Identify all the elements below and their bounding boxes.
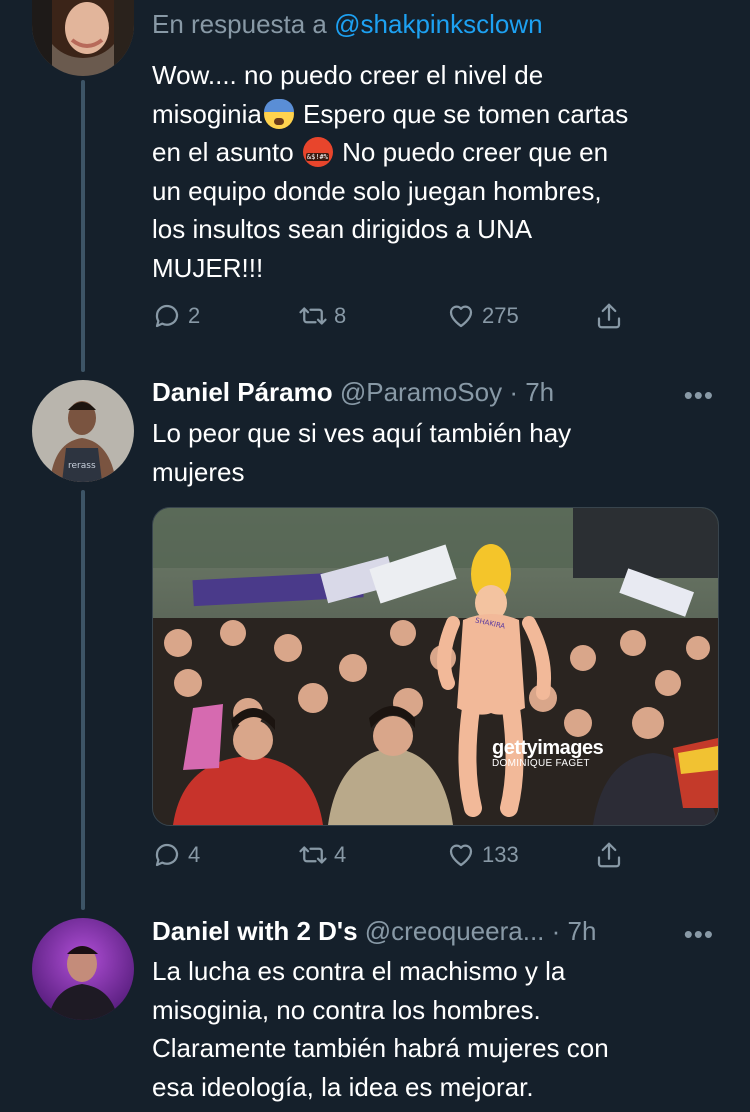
crowd-photo-image: SHAKIRA (153, 508, 718, 825)
reply-to-handle-link[interactable]: @shakpinksclown (334, 9, 542, 39)
retweet-count: 8 (334, 303, 347, 328)
heart-icon (449, 844, 473, 867)
like-button[interactable]: 133 (446, 840, 519, 870)
tweet-text: Wow.... no puedo creer el nivel de misog… (152, 56, 727, 287)
reply-count: 2 (188, 303, 201, 328)
tweet-photo[interactable]: SHAKIRA (152, 507, 719, 826)
watermark-photographer: DOMINIQUE FAGET (492, 758, 590, 769)
fearful-face-emoji-icon (263, 98, 294, 129)
handle-and-time[interactable]: @ParamoSoy · 7h (333, 377, 554, 407)
share-icon (597, 303, 621, 329)
avatar[interactable]: rerass (32, 380, 134, 482)
retweet-button[interactable]: 4 (298, 840, 346, 870)
tweet-actions: 4 4 133 (152, 840, 632, 880)
tweet-header: Daniel with 2 D's @creoqueera... · 7h (152, 916, 596, 947)
share-button[interactable] (594, 840, 624, 870)
reply-count: 4 (188, 842, 201, 867)
more-options-icon[interactable]: ••• (684, 919, 714, 950)
display-name[interactable]: Daniel with 2 D's (152, 916, 358, 946)
reply-icon (155, 304, 179, 328)
more-options-icon[interactable]: ••• (684, 380, 714, 411)
retweet-count: 4 (334, 842, 347, 867)
like-count: 133 (482, 842, 519, 867)
reply-to-label: En respuesta a @shakpinksclown (152, 9, 543, 40)
like-count: 275 (482, 303, 519, 328)
avatar[interactable] (32, 918, 134, 1020)
face-with-symbols-emoji-icon (302, 137, 333, 167)
retweet-icon (299, 307, 327, 325)
share-icon (597, 842, 621, 868)
share-button[interactable] (594, 301, 624, 331)
heart-icon (449, 305, 473, 328)
display-name[interactable]: Daniel Páramo (152, 377, 333, 407)
tweet-text: Lo peor que si ves aquí también hay muje… (152, 418, 572, 487)
tweet-text: La lucha es contra el machismo y la miso… (152, 956, 609, 1102)
tweet-actions: 2 8 275 (152, 301, 632, 341)
svg-text:rerass: rerass (68, 461, 96, 471)
thread-line (81, 490, 85, 910)
retweet-button[interactable]: 8 (298, 301, 346, 331)
like-button[interactable]: 275 (446, 301, 519, 331)
watermark-brand: gettyimages (492, 737, 604, 759)
thread-line (81, 80, 85, 372)
reply-button[interactable]: 2 (152, 301, 200, 331)
reply-icon (155, 843, 179, 867)
reply-to-prefix: En respuesta a (152, 9, 335, 39)
getty-watermark: gettyimages DOMINIQUE FAGET (492, 737, 604, 769)
reply-button[interactable]: 4 (152, 840, 200, 870)
retweet-icon (299, 846, 327, 864)
tweet-header: Daniel Páramo @ParamoSoy · 7h (152, 377, 554, 408)
avatar[interactable] (32, 0, 134, 76)
handle-and-time[interactable]: @creoqueera... · 7h (358, 916, 597, 946)
